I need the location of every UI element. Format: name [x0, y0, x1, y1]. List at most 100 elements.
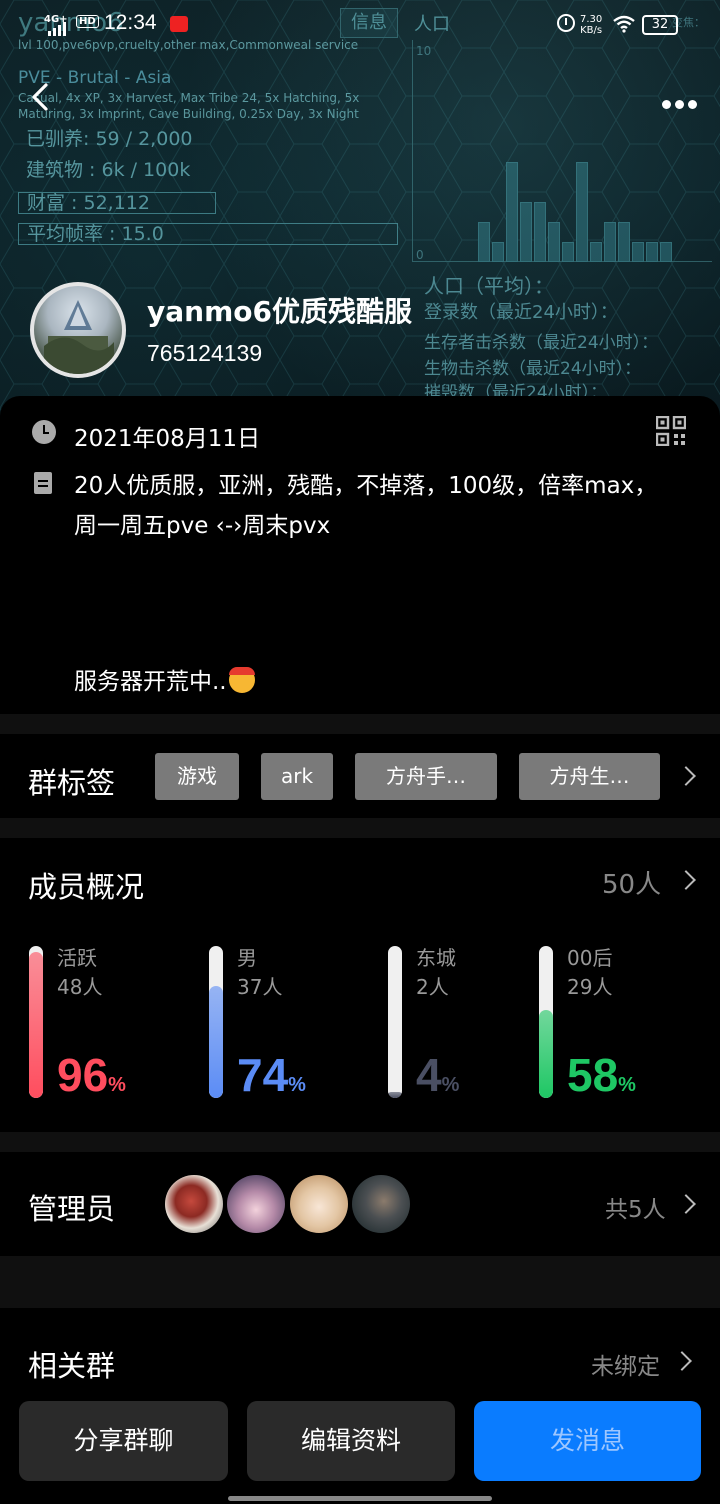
stat-percent-value: 74	[237, 1049, 289, 1101]
tag-item[interactable]: 方舟生…	[519, 753, 660, 800]
tag-item[interactable]: 方舟手…	[355, 753, 497, 800]
net-speed-value: 7.30	[580, 14, 603, 25]
bg-right-stat-1: 人口（平均）：	[424, 274, 554, 298]
send-message-button[interactable]: 发消息	[474, 1401, 701, 1481]
stat-meter-fill	[29, 952, 43, 1098]
admin-avatar[interactable]	[290, 1175, 348, 1233]
stat-meter-active	[29, 946, 43, 1098]
section-divider	[0, 1256, 720, 1308]
edit-profile-button[interactable]: 编辑资料	[247, 1401, 455, 1481]
bg-population-bar	[660, 242, 672, 262]
stat-count-active: 48人	[57, 975, 103, 999]
share-group-button[interactable]: 分享群聊	[19, 1401, 228, 1481]
admin-avatar[interactable]	[165, 1175, 223, 1233]
bg-axis-bottom: 0	[416, 248, 424, 262]
stat-percent-value: 96	[57, 1049, 109, 1101]
stat-meter-fill	[209, 985, 223, 1098]
bg-population-bar	[478, 222, 490, 262]
admin-avatar[interactable]	[227, 1175, 285, 1233]
stat-label-active: 活跃	[57, 946, 97, 970]
bg-right-stat-2: 登录数（最近24小时）：	[424, 302, 618, 323]
stat-label-location: 东城	[416, 946, 456, 970]
members-count[interactable]: 50人	[602, 864, 661, 901]
wifi-icon	[613, 15, 635, 33]
bg-chart-frame	[412, 40, 712, 262]
stat-percent-male: 74%	[237, 1048, 306, 1102]
bg-right-stat-3: 生存者击杀数（最近24小时）：	[424, 333, 659, 353]
admin-avatar[interactable]	[352, 1175, 410, 1233]
section-divider	[0, 1132, 720, 1152]
bg-population-bar	[632, 242, 644, 262]
related-title: 相关群	[28, 1349, 116, 1383]
signal-icon	[48, 22, 66, 36]
bg-population-bar	[562, 242, 574, 262]
bg-population-bar	[520, 202, 532, 262]
stat-label-male: 男	[237, 946, 257, 970]
admins-title: 管理员	[28, 1192, 116, 1226]
created-date: 2021年08月11日	[74, 426, 261, 452]
status-bar: 4G+ HD 12:34 7.30 KB/s 32	[0, 0, 720, 48]
tags-chevron-right-icon[interactable]	[676, 766, 696, 786]
stat-percent-age: 58%	[567, 1048, 636, 1102]
stat-percent-unit: %	[108, 1074, 126, 1096]
bg-stat-fps: 平均帧率 : 15.0	[18, 223, 398, 245]
bg-population-bar	[604, 222, 616, 262]
bg-population-bar	[646, 242, 658, 262]
document-icon	[34, 472, 52, 494]
stat-meter-location	[388, 946, 402, 1098]
stat-meter-age	[539, 946, 553, 1098]
group-name: yanmo6优质残酷服	[147, 295, 412, 328]
group-description-extra: 服务器开荒中..	[74, 662, 255, 696]
group-description: 20人优质服，亚洲，残酷，不掉落，100级，倍率max，周一周五pve ‹-›周…	[74, 473, 658, 539]
notification-app-icon	[170, 16, 188, 32]
clock-icon	[32, 420, 56, 444]
net-speed: 7.30 KB/s	[580, 14, 602, 36]
tag-item[interactable]: ark	[261, 753, 333, 800]
stat-count-location: 2人	[416, 975, 449, 999]
stat-percent-unit: %	[441, 1074, 460, 1096]
group-avatar[interactable]	[30, 282, 126, 378]
bg-population-bar	[506, 162, 518, 262]
status-time: 12:34	[104, 11, 157, 34]
group-description-extra-text: 服务器开荒中..	[74, 669, 227, 695]
bg-stat-structures: 建筑物 : 6k / 100k	[26, 159, 191, 181]
bg-population-bar	[492, 242, 504, 262]
bg-population-bar	[576, 162, 588, 262]
bg-population-bar	[590, 242, 602, 262]
stat-meter-fill	[388, 1091, 402, 1098]
members-title: 成员概况	[28, 870, 145, 904]
battery-indicator: 32	[642, 15, 678, 35]
bg-stat-wealth: 财富 : 52,112	[18, 192, 216, 214]
hot-face-emoji-icon	[228, 667, 255, 693]
admins-count[interactable]: 共5人	[605, 1190, 666, 1224]
stat-meter-fill	[539, 1009, 553, 1098]
stat-count-age: 29人	[567, 975, 613, 999]
home-indicator[interactable]	[228, 1496, 492, 1501]
members-chevron-right-icon[interactable]	[676, 870, 696, 890]
bg-population-bar	[618, 222, 630, 262]
stat-percent-location: 4%	[416, 1048, 459, 1102]
stat-label-age: 00后	[567, 946, 613, 970]
stat-percent-value: 4	[416, 1049, 442, 1101]
tag-item[interactable]: 游戏	[155, 753, 239, 800]
bg-population-bar	[548, 222, 560, 262]
stat-percent-value: 58	[567, 1049, 619, 1101]
bg-population-bar	[534, 202, 546, 262]
bg-stat-tamed: 已驯养: 59 / 2,000	[26, 128, 193, 150]
admins-chevron-right-icon[interactable]	[676, 1194, 696, 1214]
more-icon[interactable]	[662, 94, 702, 109]
hd-badge: HD	[76, 15, 99, 28]
bg-stat-marker	[18, 130, 28, 152]
stat-percent-unit: %	[618, 1074, 636, 1096]
bg-server-desc: Casual, 4x XP, 3x Harvest, Max Tribe 24,…	[18, 91, 360, 121]
related-chevron-right-icon[interactable]	[672, 1351, 692, 1371]
bg-right-stat-4: 生物击杀数（最近24小时）：	[424, 359, 642, 379]
group-id: 765124139	[147, 340, 263, 366]
related-status[interactable]: 未绑定	[591, 1347, 660, 1381]
section-divider	[0, 818, 720, 838]
group-avatar-image	[44, 300, 114, 374]
stat-percent-unit: %	[288, 1074, 306, 1096]
qr-code-icon[interactable]	[656, 416, 686, 446]
back-icon[interactable]	[28, 82, 54, 112]
stat-count-male: 37人	[237, 975, 283, 999]
